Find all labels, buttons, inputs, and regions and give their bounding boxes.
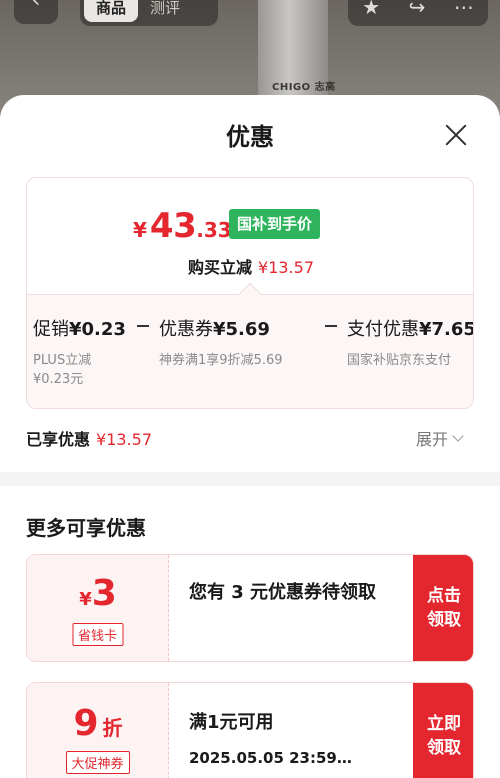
coupon-tag: 大促神券 [65,751,130,774]
coupon-value-panel: ¥3 省钱卡 [27,555,169,661]
share-icon[interactable]: ↪ [409,0,426,19]
favorite-star-icon[interactable]: ★ [362,0,380,19]
price-currency: ¥ [133,218,147,242]
final-price: ¥ 43 .33 [133,206,232,246]
breakdown-label: 促销 [33,319,69,340]
coupon-number: 9 [73,703,99,744]
breakdown-detail: 国家补贴京东支付 [347,353,452,368]
coupon-card: 9折 大促神券 满1元可用 2025.05.05 23:59… 立即领取 [26,682,474,778]
coupon-tag: 省钱卡 [71,623,124,646]
reduction-value: ¥13.57 [258,258,314,277]
breakdown-label: 优惠券 [159,319,213,340]
product-tabs: 商品 测评 [80,0,218,26]
coupon-amount: ¥3 [27,573,169,614]
more-discounts-title: 更多可享优惠 [26,516,146,540]
breakdown-detail: PLUS立减 [33,353,92,368]
price-summary-card: ¥ 43 .33 国补到手价 购买立减 ¥13.57 促销¥0.23 PLUS立减… [26,177,474,409]
product-brand-text: CHIGO 志高 [272,82,336,93]
price-integer: 43 [149,206,197,246]
coupon-currency: ¥ [79,589,92,610]
coupon-amount: 9折 [27,703,169,744]
expand-label: 展开 [416,430,449,449]
coupon-expiry: 2025.05.05 23:59… [189,749,352,767]
coupon-card: ¥3 省钱卡 您有 3 元优惠券待领取 点击领取 [26,554,474,662]
breakdown-value: ¥5.69 [213,319,270,340]
coupon-description: 您有 3 元优惠券待领取 [189,582,377,603]
expand-button[interactable]: 展开 [416,426,464,450]
discount-breakdown: 促销¥0.23 PLUS立减 ¥0.23元 优惠券¥5.69 神券满1享9折减5.… [27,295,474,408]
breakdown-coupon: 优惠券¥5.69 神券满1享9折减5.69 [159,315,283,370]
breakdown-promotion: 促销¥0.23 PLUS立减 ¥0.23元 [33,315,126,389]
back-button[interactable]: ‹ [14,0,58,24]
coupon-value-panel: 9折 大促神券 [27,683,169,778]
purchase-reduction: 购买立减 ¥13.57 [27,254,473,278]
enjoyed-label: 已享优惠 [26,430,91,449]
breakdown-value: ¥0.23 [69,319,126,340]
more-icon[interactable]: ⋯ [454,0,474,19]
sheet-title: 优惠 [226,123,274,151]
back-arrow-icon: ‹ [31,0,41,13]
close-icon[interactable] [442,121,470,149]
claim-coupon-button[interactable]: 点击领取 [413,555,473,661]
reduction-label: 购买立减 [188,258,253,277]
breakdown-label: 支付优惠 [347,319,419,340]
section-divider [0,472,500,486]
coupon-unit: 折 [102,716,123,740]
top-actions: ★ ↪ ⋯ [348,0,488,26]
coupon-condition: 满1元可用 [189,712,274,733]
breakdown-detail: 神券满1享9折减5.69 [159,353,283,368]
claim-coupon-button[interactable]: 立即领取 [413,683,473,778]
price-decimal: .33 [196,218,232,242]
chevron-down-icon [452,430,464,442]
gov-subsidy-badge: 国补到手价 [229,209,321,239]
coupon-number: 3 [91,573,117,614]
enjoyed-value: ¥13.57 [96,430,152,449]
discount-sheet: 优惠 ¥ 43 .33 国补到手价 购买立减 ¥13.57 促销¥0.23 PLU… [0,95,500,778]
tab-review[interactable]: 测评 [138,0,192,22]
minus-sign [137,325,149,327]
breakdown-payment: 支付优惠¥7.65 国家补贴京东支付 [347,315,474,370]
minus-sign [325,325,337,327]
breakdown-detail: ¥0.23元 [33,372,84,387]
tab-product[interactable]: 商品 [84,0,139,22]
breakdown-value: ¥7.65 [419,319,474,340]
enjoyed-discount: 已享优惠 ¥13.57 [26,426,152,450]
coupon-description: 满1元可用 2025.05.05 23:59… [189,709,411,768]
